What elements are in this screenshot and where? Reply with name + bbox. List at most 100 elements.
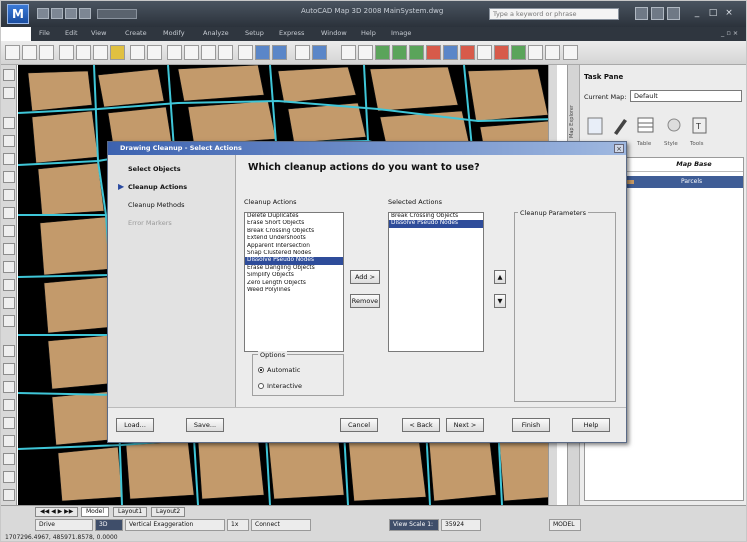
add-action-button[interactable]: Add > [350,270,380,284]
mtext-icon[interactable] [3,315,15,327]
redo-tool-icon[interactable] [147,45,162,60]
menu-minimize-icon[interactable]: _ ▫ × [721,29,738,37]
topology-icon[interactable] [375,45,390,60]
back-button[interactable]: < Back [402,418,440,432]
hatch-icon[interactable] [3,279,15,291]
save-file-icon[interactable] [39,45,54,60]
zoom-window-icon[interactable] [201,45,216,60]
action-item[interactable]: Extend Undershoots [245,235,343,242]
app-logo-icon[interactable]: M [7,4,29,24]
action-item[interactable]: Simplify Objects [245,272,343,279]
vertical-exaggeration-cell[interactable]: Vertical Exaggeration [125,519,225,531]
help-button[interactable]: Help [572,418,610,432]
cleanup-actions-list[interactable]: Delete Duplicates Erase Short Objects Br… [244,212,344,352]
paste-icon[interactable] [93,45,108,60]
action-item-selected[interactable]: Dissolve Pseudo Nodes [245,257,343,265]
data-icon[interactable] [586,115,606,137]
circle-icon[interactable] [3,171,15,183]
ellipse-icon[interactable] [3,225,15,237]
stretch-icon[interactable] [3,489,15,501]
connect-cell[interactable]: Connect [251,519,311,531]
step-cleanup-methods[interactable]: Cleanup Methods [128,201,185,209]
maintenance-icon[interactable] [610,115,630,137]
new-icon[interactable] [37,8,49,19]
polyline-icon[interactable] [3,87,15,99]
scale-icon[interactable] [3,471,15,483]
query-icon[interactable] [341,45,356,60]
menu-edit[interactable]: Edit [65,29,78,37]
nav-arrows[interactable]: ◀◀ ◀ ▶ ▶▶ [35,507,79,517]
attach-icon[interactable] [358,45,373,60]
menu-window[interactable]: Window [321,29,347,37]
model-space-indicator[interactable]: MODEL [549,519,581,531]
search-input[interactable]: Type a keyword or phrase [489,8,619,20]
menu-help[interactable]: Help [361,29,376,37]
polygon-icon[interactable] [3,117,15,129]
step-cleanup-actions[interactable]: Cleanup Actions [128,183,187,191]
favorites-icon[interactable] [651,7,664,20]
save-icon[interactable] [65,8,77,19]
interactive-radio[interactable]: Interactive [258,382,302,390]
point-icon[interactable] [3,261,15,273]
open-icon[interactable] [51,8,63,19]
design-center-icon[interactable] [255,45,270,60]
cancel-button[interactable]: Cancel [340,418,378,432]
revision-cloud-icon[interactable] [3,189,15,201]
next-button[interactable]: Next > [446,418,484,432]
array-icon[interactable] [3,417,15,429]
automatic-radio[interactable]: Automatic [258,366,300,374]
rotate-icon[interactable] [3,453,15,465]
trace-icon[interactable] [426,45,441,60]
legend-icon[interactable] [511,45,526,60]
menu-setup[interactable]: Setup [245,29,264,37]
menu-file[interactable]: File [39,29,50,37]
stylize-icon[interactable] [460,45,475,60]
data-connect-icon[interactable] [443,45,458,60]
tab-model[interactable]: Model [81,507,110,517]
open-file-icon[interactable] [22,45,37,60]
step-select-objects[interactable]: Select Objects [128,165,181,173]
undo-icon[interactable] [79,8,91,19]
info-icon[interactable] [667,7,680,20]
menu-modify[interactable]: Modify [163,29,185,37]
move-icon[interactable] [3,435,15,447]
pan-icon[interactable] [167,45,182,60]
action-item[interactable]: Apparent Intersection [245,243,343,250]
buffer-icon[interactable] [409,45,424,60]
match-properties-icon[interactable] [110,45,125,60]
properties-icon[interactable] [238,45,253,60]
selected-action-item[interactable]: Break Crossing Objects [389,213,483,220]
arc-icon[interactable] [3,153,15,165]
tab-layout1[interactable]: Layout1 [113,507,148,517]
move-up-arrow-icon[interactable]: ▲ [494,270,506,284]
undo-tool-icon[interactable] [130,45,145,60]
erase-icon[interactable] [3,345,15,357]
action-item[interactable]: Erase Short Objects [245,220,343,227]
selected-action-item-highlighted[interactable]: Dissolve Pseudo Nodes [389,220,483,228]
remove-action-button[interactable]: Remove [350,294,380,308]
close-icon[interactable]: × [723,7,735,19]
menu-view[interactable]: View [91,29,106,37]
load-button[interactable]: Load... [116,418,154,432]
tool-palettes-icon[interactable] [272,45,287,60]
overlay-icon[interactable] [392,45,407,60]
finish-button[interactable]: Finish [512,418,550,432]
gradient-icon[interactable] [3,297,15,309]
selected-actions-list[interactable]: Break Crossing Objects Dissolve Pseudo N… [388,212,484,352]
workspace-selector[interactable] [97,9,137,19]
minimize-icon[interactable]: _ [691,7,703,19]
copy-object-icon[interactable] [3,363,15,375]
copy-icon[interactable] [76,45,91,60]
action-item[interactable]: Erase Dangling Objects [245,265,343,272]
communication-center-icon[interactable] [635,7,648,20]
dialog-titlebar[interactable]: Drawing Cleanup - Select Actions × [108,142,626,155]
view-scale-input[interactable]: 35924 [441,519,481,531]
action-item[interactable]: Weed Polylines [245,287,343,294]
action-item[interactable]: Break Crossing Objects [245,228,343,235]
save-button[interactable]: Save... [186,418,224,432]
tools-icon[interactable]: T [690,115,710,137]
zoom-previous-icon[interactable] [218,45,233,60]
export-icon[interactable] [477,45,492,60]
menu-analyze[interactable]: Analyze [203,29,229,37]
calculator-icon[interactable] [312,45,327,60]
